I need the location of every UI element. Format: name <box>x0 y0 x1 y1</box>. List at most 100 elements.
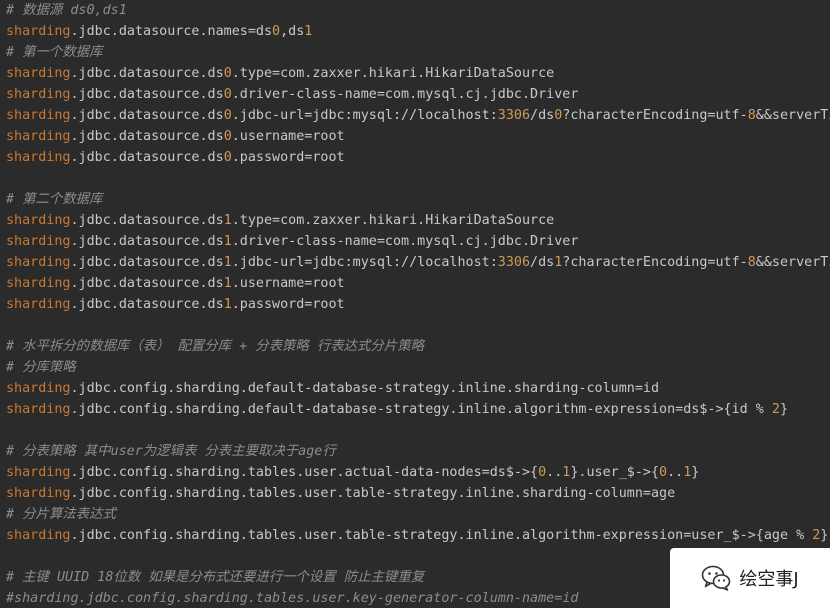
code-line: # 第二个数据库 <box>6 189 830 210</box>
code-token-plain: .password=root <box>231 150 345 165</box>
code-token-key: sharding <box>6 150 71 165</box>
code-token-key: sharding <box>6 465 71 480</box>
code-token-comment: # 分表策略 其中user为逻辑表 分表主要取决于age行 <box>6 444 336 459</box>
code-line: sharding.jdbc.datasource.names=ds0,ds1 <box>6 21 830 42</box>
code-token-plain: ,ds <box>280 24 305 39</box>
watermark-text: 绘空事J <box>739 569 799 590</box>
code-token-plain: .jdbc.datasource.ds <box>70 297 224 312</box>
code-token-key: sharding <box>6 402 71 417</box>
code-token-comment: # 第一个数据库 <box>6 45 103 60</box>
code-token-key: sharding <box>6 129 71 144</box>
code-token-plain: .jdbc.datasource.ds <box>70 276 224 291</box>
code-token-plain: } <box>779 402 789 417</box>
code-token-plain: }.user_$->{ <box>570 465 660 480</box>
code-line: # 水平拆分的数据库（表） 配置分库 + 分表策略 行表达式分片策略 <box>6 336 830 357</box>
code-line: sharding.jdbc.datasource.ds0.password=ro… <box>6 147 830 168</box>
code-line: sharding.jdbc.datasource.ds1.driver-clas… <box>6 231 830 252</box>
code-token-plain: .jdbc.datasource.ds <box>70 108 224 123</box>
code-token-number: 0 <box>272 24 281 39</box>
code-token-number: 3306 <box>497 255 531 270</box>
code-token-plain: .jdbc.datasource.ds <box>70 150 224 165</box>
watermark: 绘空事J <box>670 548 830 608</box>
code-token-plain: .type=com.zaxxer.hikari.HikariDataSource <box>231 66 555 81</box>
code-line: sharding.jdbc.datasource.ds0.type=com.za… <box>6 63 830 84</box>
code-token-plain: .jdbc.datasource.ds <box>70 66 224 81</box>
code-line: sharding.jdbc.datasource.ds1.username=ro… <box>6 273 830 294</box>
code-line: sharding.jdbc.datasource.ds0.username=ro… <box>6 126 830 147</box>
code-token-plain: .. <box>546 465 563 480</box>
code-token-comment: # 数据源 ds0,ds1 <box>6 3 127 18</box>
code-token-key: sharding <box>6 234 71 249</box>
code-token-key: sharding <box>6 24 71 39</box>
code-token-number: 0 <box>538 465 547 480</box>
code-token-key: sharding <box>6 528 71 543</box>
code-token-plain: /ds <box>530 108 555 123</box>
code-token-key: sharding <box>6 213 71 228</box>
code-line: # 分表策略 其中user为逻辑表 分表主要取决于age行 <box>6 441 830 462</box>
code-token-plain: .jdbc.config.sharding.default-database-s… <box>70 402 772 417</box>
code-token-key: sharding <box>6 276 71 291</box>
code-token-number: 1 <box>223 297 232 312</box>
code-token-plain: .jdbc.config.sharding.tables.user.actual… <box>70 465 539 480</box>
code-line: sharding.jdbc.datasource.ds1.password=ro… <box>6 294 830 315</box>
code-token-plain: .. <box>667 465 684 480</box>
code-token-plain: /ds <box>530 255 555 270</box>
code-line: sharding.jdbc.datasource.ds1.jdbc-url=jd… <box>6 252 830 273</box>
code-token-key: sharding <box>6 108 71 123</box>
code-content: # 数据源 ds0,ds1 sharding.jdbc.datasource.na… <box>6 0 830 608</box>
code-token-plain: &&serverTimezone=UTC <box>755 108 830 123</box>
code-token-number: 0 <box>223 66 232 81</box>
code-token-plain: .jdbc.config.sharding.tables.user.table-… <box>70 528 813 543</box>
code-line: # 分片算法表达式 <box>6 504 830 525</box>
code-token-number: 0 <box>223 108 232 123</box>
code-editor[interactable]: # 数据源 ds0,ds1 sharding.jdbc.datasource.na… <box>0 0 830 608</box>
code-line: # 分库策略 <box>6 357 830 378</box>
code-token-plain: } <box>820 528 829 543</box>
code-token-number: 1 <box>223 276 232 291</box>
code-token-plain: .jdbc.datasource.ds <box>70 255 224 270</box>
code-token-plain: .jdbc-url=jdbc:mysql://localhost: <box>231 108 498 123</box>
code-token-number: 8 <box>747 255 756 270</box>
code-token-number: 1 <box>223 234 232 249</box>
code-token-plain: ?characterEncoding=utf- <box>562 255 748 270</box>
code-line: sharding.jdbc.datasource.ds1.type=com.za… <box>6 210 830 231</box>
code-token-number: 0 <box>223 129 232 144</box>
code-line: sharding.jdbc.datasource.ds0.driver-clas… <box>6 84 830 105</box>
code-token-plain: .jdbc.config.sharding.tables.user.table-… <box>70 486 676 501</box>
code-token-plain: .username=root <box>231 276 345 291</box>
code-token-key: sharding <box>6 297 71 312</box>
code-token-number: 0 <box>659 465 668 480</box>
code-token-plain: .jdbc.datasource.ds <box>70 234 224 249</box>
code-token-plain: .username=root <box>231 129 345 144</box>
code-token-number: 0 <box>223 150 232 165</box>
code-token-plain: .jdbc-url=jdbc:mysql://localhost: <box>231 255 498 270</box>
code-token-plain: .jdbc.datasource.ds <box>70 87 224 102</box>
code-token-comment: # 第二个数据库 <box>6 192 103 207</box>
code-token-comment: # 主键 UUID 18位数 如果是分布式还要进行一个设置 防止主键重复 <box>6 570 425 585</box>
code-token-plain: .jdbc.config.sharding.default-database-s… <box>70 381 660 396</box>
code-line: sharding.jdbc.config.sharding.default-da… <box>6 378 830 399</box>
code-token-number: 2 <box>771 402 780 417</box>
code-token-plain: .password=root <box>231 297 345 312</box>
code-token-comment: #sharding.jdbc.config.sharding.tables.us… <box>6 591 579 606</box>
code-token-plain: .jdbc.datasource.ds <box>70 129 224 144</box>
code-token-key: sharding <box>6 381 71 396</box>
code-line: sharding.jdbc.config.sharding.tables.use… <box>6 525 830 546</box>
code-token-number: 1 <box>304 24 313 39</box>
code-token-plain: .driver-class-name=com.mysql.cj.jdbc.Dri… <box>231 234 579 249</box>
code-token-number: 1 <box>223 213 232 228</box>
code-line: sharding.jdbc.config.sharding.tables.use… <box>6 483 830 504</box>
code-token-plain: ?characterEncoding=utf- <box>562 108 748 123</box>
code-line: # 数据源 ds0,ds1 <box>6 0 830 21</box>
code-token-plain: } <box>691 465 700 480</box>
code-token-plain: .type=com.zaxxer.hikari.HikariDataSource <box>231 213 555 228</box>
code-token-plain: .jdbc.datasource.names=ds <box>70 24 273 39</box>
code-token-number: 3306 <box>497 108 531 123</box>
code-line: # 第一个数据库 <box>6 42 830 63</box>
code-line: sharding.jdbc.datasource.ds0.jdbc-url=jd… <box>6 105 830 126</box>
code-token-key: sharding <box>6 87 71 102</box>
code-token-plain: .jdbc.datasource.ds <box>70 213 224 228</box>
